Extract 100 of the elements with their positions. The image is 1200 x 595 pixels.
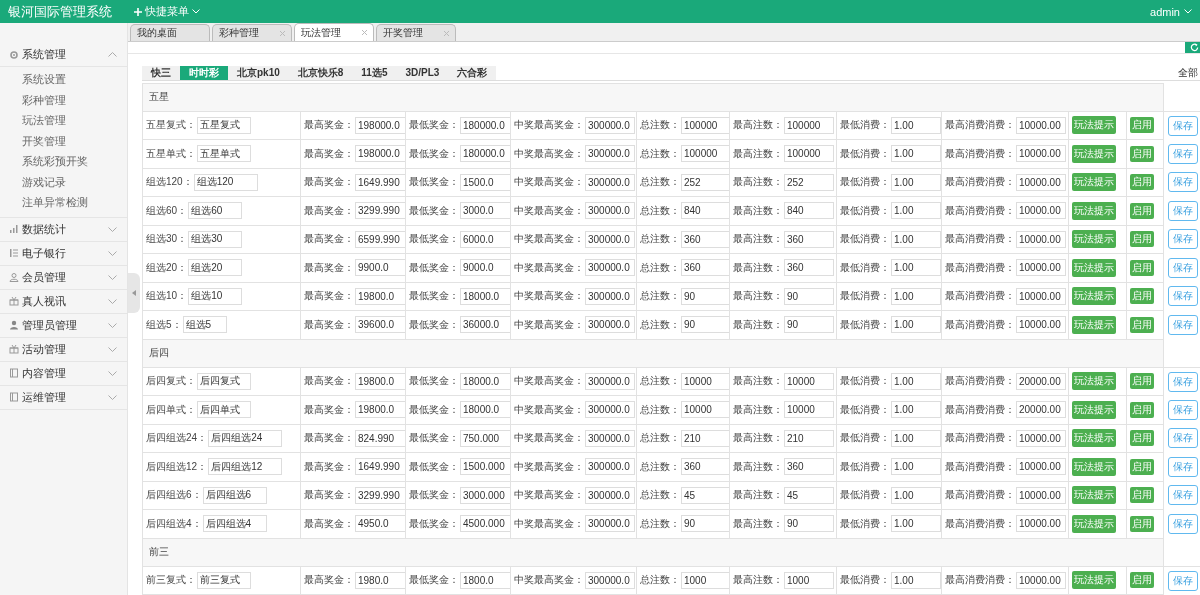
number-input[interactable]: 1000 [681, 571, 729, 589]
number-input[interactable]: 1649.990 [355, 173, 405, 191]
number-input[interactable]: 90 [784, 316, 834, 334]
name-input[interactable]: 组选20 [188, 259, 243, 277]
number-input[interactable]: 252 [784, 173, 834, 191]
number-input[interactable]: 45 [681, 486, 729, 504]
number-input[interactable]: 300000.0 [585, 230, 635, 248]
close-icon[interactable] [362, 30, 367, 35]
number-input[interactable]: 1980.0 [355, 571, 405, 589]
number-input[interactable]: 1.00 [891, 372, 941, 390]
number-input[interactable]: 1.00 [891, 287, 941, 305]
number-input[interactable]: 1.00 [891, 458, 941, 476]
number-input[interactable]: 300000.0 [585, 458, 635, 476]
number-input[interactable]: 18000.0 [460, 401, 510, 419]
sidebar-item[interactable]: 玩法管理 [0, 110, 127, 131]
page-tab[interactable]: 玩法管理 [294, 23, 374, 41]
number-input[interactable]: 10000.00 [1016, 116, 1066, 134]
number-input[interactable]: 10000.00 [1016, 316, 1066, 334]
name-input[interactable]: 后四单式 [197, 401, 251, 419]
number-input[interactable]: 19800.0 [355, 401, 405, 419]
sidebar-group[interactable]: 会员管理 [0, 265, 127, 290]
game-tab[interactable]: 北京快乐8 [288, 65, 353, 81]
number-input[interactable]: 19800.0 [355, 287, 405, 305]
number-input[interactable]: 198000.0 [355, 116, 405, 134]
number-input[interactable]: 1.00 [891, 515, 941, 533]
number-input[interactable]: 360 [681, 259, 729, 277]
number-input[interactable]: 18000.0 [460, 287, 510, 305]
number-input[interactable]: 750.000 [460, 429, 510, 447]
close-icon[interactable] [280, 30, 285, 36]
game-tab[interactable]: 3D/PL3 [396, 65, 449, 81]
number-input[interactable]: 1.00 [891, 401, 941, 419]
number-input[interactable]: 10000 [681, 372, 729, 390]
number-input[interactable]: 840 [681, 202, 729, 220]
sidebar-group[interactable]: 运维管理 [0, 385, 127, 410]
number-input[interactable]: 210 [784, 429, 834, 447]
number-input[interactable]: 300000.0 [585, 316, 635, 334]
number-input[interactable]: 300000.0 [585, 571, 635, 589]
number-input[interactable]: 1.00 [891, 145, 941, 163]
number-input[interactable]: 300000.0 [585, 202, 635, 220]
game-tab[interactable]: 11选5 [352, 65, 397, 81]
sidebar-item[interactable]: 彩种管理 [0, 89, 127, 110]
number-input[interactable]: 300000.0 [585, 515, 635, 533]
name-input[interactable]: 组选120 [193, 173, 258, 191]
number-input[interactable]: 10000.00 [1016, 287, 1066, 305]
number-input[interactable]: 1500.0 [460, 173, 510, 191]
number-input[interactable]: 252 [681, 173, 729, 191]
number-input[interactable]: 1.00 [891, 230, 941, 248]
number-input[interactable]: 10000 [784, 372, 834, 390]
number-input[interactable]: 360 [784, 230, 834, 248]
number-input[interactable]: 10000.00 [1016, 259, 1066, 277]
number-input[interactable]: 100000 [681, 145, 729, 163]
number-input[interactable]: 45 [784, 486, 834, 504]
number-input[interactable]: 300000.0 [585, 372, 635, 390]
number-input[interactable]: 90 [681, 316, 729, 334]
sidebar-group[interactable]: 活动管理 [0, 337, 127, 362]
number-input[interactable]: 300000.0 [585, 259, 635, 277]
number-input[interactable]: 300000.0 [585, 486, 635, 504]
number-input[interactable]: 180000.0 [460, 116, 510, 134]
game-tab[interactable]: 快三 [142, 65, 180, 81]
number-input[interactable]: 6599.990 [355, 230, 405, 248]
number-input[interactable]: 1.00 [891, 316, 941, 334]
number-input[interactable]: 198000.0 [355, 145, 405, 163]
number-input[interactable]: 1800.0 [460, 571, 510, 589]
number-input[interactable]: 90 [784, 515, 834, 533]
sidebar-group[interactable]: 系统管理 [0, 43, 127, 67]
number-input[interactable]: 210 [681, 429, 729, 447]
game-tab[interactable]: 北京pk10 [228, 65, 289, 81]
number-input[interactable]: 36000.0 [460, 316, 510, 334]
sidebar-group[interactable]: 内容管理 [0, 361, 127, 386]
number-input[interactable]: 10000.00 [1016, 202, 1066, 220]
number-input[interactable]: 4500.000 [460, 515, 510, 533]
number-input[interactable]: 3000.0 [460, 202, 510, 220]
page-tab[interactable]: 我的桌面 [130, 24, 210, 41]
name-input[interactable]: 后四组选24 [208, 429, 283, 447]
sidebar-group[interactable]: 电子银行 [0, 241, 127, 266]
name-input[interactable]: 五星复式 [197, 116, 251, 134]
number-input[interactable]: 360 [784, 458, 834, 476]
number-input[interactable]: 100000 [784, 116, 834, 134]
sidebar-group[interactable]: 管理员管理 [0, 313, 127, 338]
number-input[interactable]: 90 [784, 287, 834, 305]
sidebar-item[interactable]: 游戏记录 [0, 171, 127, 192]
close-icon[interactable] [444, 30, 449, 36]
name-input[interactable]: 组选5 [182, 316, 227, 334]
page-tab[interactable]: 开奖管理 [376, 24, 456, 41]
number-input[interactable]: 1.00 [891, 116, 941, 134]
sidebar-group[interactable]: 数据统计 [0, 217, 127, 242]
sidebar-item[interactable]: 系统设置 [0, 69, 127, 90]
number-input[interactable]: 6000.0 [460, 230, 510, 248]
number-input[interactable]: 360 [784, 259, 834, 277]
number-input[interactable]: 180000.0 [460, 145, 510, 163]
number-input[interactable]: 39600.0 [355, 316, 405, 334]
number-input[interactable]: 10000 [784, 401, 834, 419]
sidebar-item[interactable]: 注单异常检测 [0, 192, 127, 213]
number-input[interactable]: 1500.000 [460, 458, 510, 476]
number-input[interactable]: 360 [681, 458, 729, 476]
number-input[interactable]: 1649.990 [355, 458, 405, 476]
number-input[interactable]: 1.00 [891, 173, 941, 191]
number-input[interactable]: 18000.0 [460, 372, 510, 390]
number-input[interactable]: 10000.00 [1016, 230, 1066, 248]
number-input[interactable]: 19800.0 [355, 372, 405, 390]
